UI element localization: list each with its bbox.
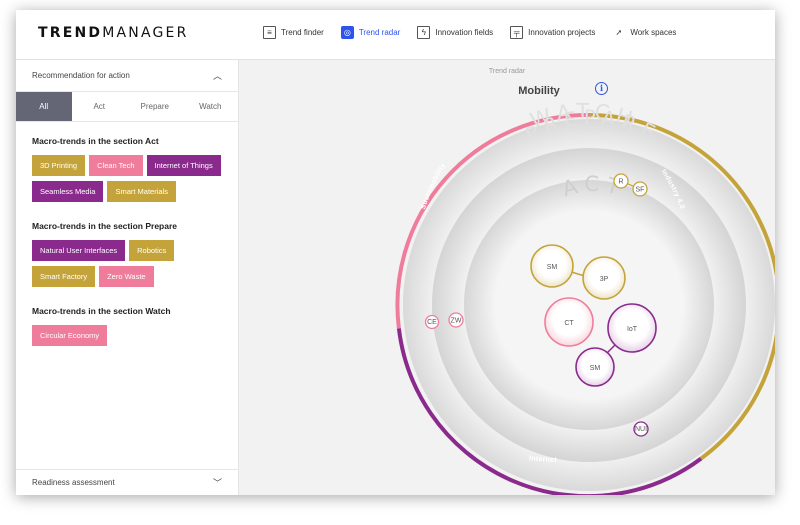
trend-chip[interactable]: Natural User Interfaces <box>32 240 126 261</box>
trend-chip[interactable]: Robotics <box>129 240 175 261</box>
nav-trend-radar[interactable]: ◎ Trend radar <box>340 26 401 39</box>
signpost-icon: ╤ <box>510 26 524 39</box>
bubble-smart-factory[interactable]: SF <box>632 181 648 197</box>
nav-label: Work spaces <box>630 28 677 37</box>
bubble-zero-waste[interactable]: ZW <box>448 312 464 328</box>
filter-tabs: All Act Prepare Watch <box>16 92 238 122</box>
trend-chip[interactable]: 3D Printing <box>32 155 86 176</box>
svg-text:SF: SF <box>636 187 645 194</box>
section-title-prepare: Macro-trends in the section Prepare <box>32 221 178 231</box>
trend-chip[interactable]: Internet of Things <box>146 155 221 176</box>
nav-label: Trend finder <box>281 28 324 37</box>
trend-chip[interactable]: Circular Economy <box>32 325 108 346</box>
top-bar: TRENDMANAGER ≡ Trend finder ◎ Trend rada… <box>16 10 775 60</box>
sidebar: Recommendation for action ︿ All Act Prep… <box>16 60 239 495</box>
tab-prepare[interactable]: Prepare <box>127 92 183 121</box>
svg-text:NUI: NUI <box>635 426 647 433</box>
bubble-robotics[interactable]: R <box>613 173 629 189</box>
nav-label: Innovation projects <box>528 28 596 37</box>
trend-radar: WATCH PREPARE ACT Sustainability Industr… <box>395 99 775 495</box>
tab-all[interactable]: All <box>16 92 72 121</box>
chevron-up-icon: ︿ <box>212 71 222 81</box>
nav-work-spaces[interactable]: ➚ Work spaces <box>612 26 676 39</box>
svg-text:IoT: IoT <box>627 326 638 333</box>
bubble-seamless-media[interactable]: SM <box>575 347 615 387</box>
trend-chip[interactable]: Zero Waste <box>99 266 154 287</box>
bubble-natural-user-interfaces[interactable]: NUI <box>633 421 649 437</box>
trend-chip[interactable]: Smart Materials <box>107 181 176 202</box>
info-icon[interactable]: i <box>595 82 608 95</box>
readiness-accordion-header[interactable]: Readiness assessment ﹀ <box>16 469 238 495</box>
svg-text:ZW: ZW <box>451 318 462 325</box>
trend-chip[interactable]: Seamless Media <box>32 181 104 202</box>
radar-icon: ◎ <box>340 26 354 39</box>
chevron-down-icon: ﹀ <box>212 478 222 488</box>
nav-innovation-projects[interactable]: ╤ Innovation projects <box>510 26 595 39</box>
svg-text:CT: CT <box>564 320 574 327</box>
tab-act[interactable]: Act <box>72 92 128 121</box>
accordion-title: Recommendation for action <box>32 71 130 80</box>
trend-chip[interactable]: Smart Factory <box>32 266 96 287</box>
chip-list-prepare: Natural User Interfaces Robotics Smart F… <box>32 240 232 292</box>
section-title-watch: Macro-trends in the section Watch <box>32 306 171 316</box>
accordion-title: Readiness assessment <box>32 478 115 487</box>
chip-list-act: 3D Printing Clean Tech Internet of Thing… <box>32 155 232 207</box>
bubble-circular-economy[interactable]: CE <box>424 314 440 330</box>
svg-text:SM: SM <box>590 365 601 372</box>
trend-chip[interactable]: Clean Tech <box>89 155 143 176</box>
radar-panel: WATCH PREPARE ACT Sustainability Industr… <box>239 60 775 495</box>
svg-text:SM: SM <box>547 264 558 271</box>
lightning-icon: ϟ <box>417 26 431 39</box>
bubble-internet-of-things[interactable]: IoT <box>607 303 657 353</box>
radar-title: Mobility <box>518 85 560 97</box>
document-icon: ≡ <box>263 26 276 39</box>
svg-text:R: R <box>618 179 623 186</box>
nav-trend-finder[interactable]: ≡ Trend finder <box>263 26 324 39</box>
bubble-3d-printing[interactable]: 3P <box>582 256 626 300</box>
bubble-clean-tech[interactable]: CT <box>544 297 594 347</box>
tab-watch[interactable]: Watch <box>183 92 239 121</box>
recommendation-accordion-header[interactable]: Recommendation for action ︿ <box>16 60 238 92</box>
nav-innovation-fields[interactable]: ϟ Innovation fields <box>417 26 493 39</box>
radar-caption: Trend radar <box>488 68 526 75</box>
main-nav: ≡ Trend finder ◎ Trend radar ϟ Innovatio… <box>263 26 693 39</box>
bubble-smart-materials[interactable]: SM <box>530 244 574 288</box>
svg-text:3P: 3P <box>600 276 609 283</box>
act-ring <box>464 180 714 430</box>
nav-label: Innovation fields <box>435 28 494 37</box>
section-title-act: Macro-trends in the section Act <box>32 136 159 146</box>
chip-list-watch: Circular Economy <box>32 325 232 351</box>
svg-text:CE: CE <box>427 319 437 326</box>
rocket-icon: ➚ <box>615 28 623 37</box>
nav-label: Trend radar <box>358 28 401 37</box>
app-window: TRENDMANAGER ≡ Trend finder ◎ Trend rada… <box>16 10 775 495</box>
logo[interactable]: TRENDMANAGER <box>38 25 189 41</box>
